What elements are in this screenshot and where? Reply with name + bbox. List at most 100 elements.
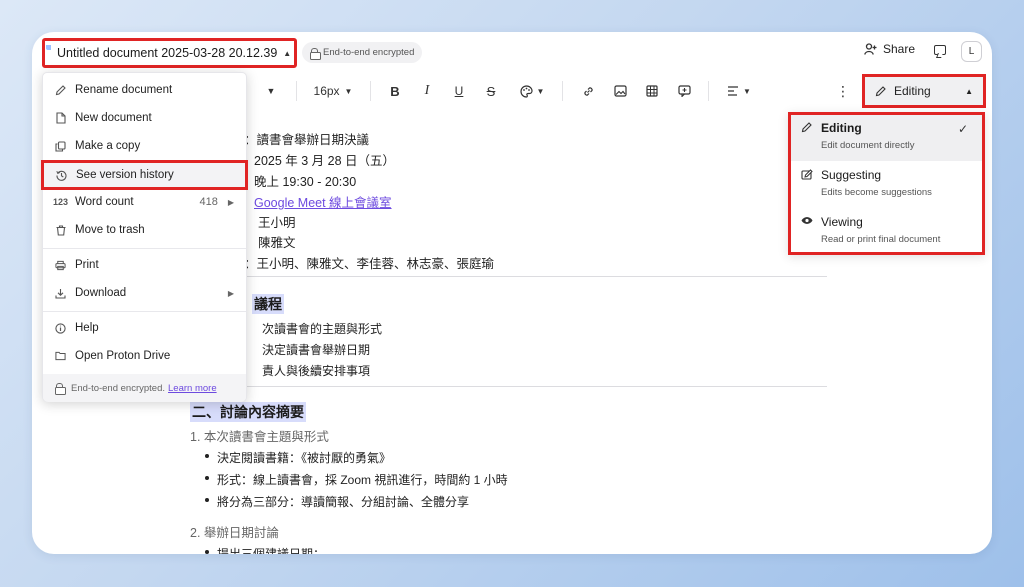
menu-item-open-drive[interactable]: Open Proton Drive (43, 343, 246, 369)
share-button[interactable]: Share (864, 42, 915, 56)
section-divider (190, 386, 827, 387)
toolbar-divider (562, 81, 563, 101)
chevron-down-icon: ▼ (344, 86, 353, 96)
doc-meta-date: 2025 年 3 月 28 日（五） (254, 154, 396, 168)
printer-icon (55, 260, 66, 271)
menu-item-label: Rename document (75, 84, 173, 96)
folder-icon (55, 351, 66, 362)
document-menu: Rename document New document Make a copy… (41, 72, 248, 402)
copy-icon (55, 140, 66, 152)
image-icon[interactable] (612, 82, 628, 100)
menu-footer: End-to-end encrypted. Learn more (43, 374, 246, 402)
menu-footer-text: End-to-end encrypted. (71, 382, 166, 394)
menu-item-rename[interactable]: Rename document (43, 77, 246, 103)
agenda-item: 責人與後續安排事項 (262, 364, 371, 378)
encryption-badge-text: End-to-end encrypted (323, 47, 415, 58)
help-icon (55, 322, 66, 334)
menu-item-download[interactable]: Download ▶ (43, 280, 246, 306)
link-icon[interactable] (580, 82, 596, 100)
mode-option-editing[interactable]: Editing Edit document directly ✓ (791, 115, 982, 161)
word-count-value: 418 (199, 196, 218, 208)
doc-meta-host: 王小明 (258, 216, 296, 230)
menu-item-label: Download (75, 287, 127, 299)
add-user-icon (864, 43, 877, 55)
summary-bullet: 決定閱讀書籍：《被討厭的勇氣》 (204, 451, 392, 465)
underline-icon[interactable]: U (450, 82, 468, 100)
pencil-icon (801, 122, 812, 136)
pencil-icon (875, 85, 886, 96)
agenda-item: 次讀書會的主題與形式 (262, 322, 383, 336)
eye-icon (801, 216, 813, 228)
menu-item-label: Move to trash (75, 224, 145, 236)
checkmark-icon: ✓ (957, 122, 968, 136)
mode-description: Read or print final document (821, 234, 941, 245)
summary-bullet: 將分為三部分：導讀簡報、分組討論、全體分享 (204, 495, 470, 509)
align-left-icon (728, 86, 739, 96)
doc-meeting-link[interactable]: Google Meet 線上會議室 (254, 192, 392, 211)
menu-item-print[interactable]: Print (43, 252, 246, 278)
mode-dropdown: Editing Edit document directly ✓ Suggest… (788, 112, 985, 255)
doc-meta-attendees: ：王小明、陳雅文、李佳蓉、林志豪、張庭瑜 (244, 257, 495, 271)
mode-select-button[interactable]: Editing ▲ (862, 74, 986, 108)
document-title: Untitled document 2025-03-28 20.12.39 (57, 46, 278, 60)
app-window: Untitled document 2025-03-28 20.12.39 ▲ … (32, 32, 992, 554)
menu-item-label: Open Proton Drive (75, 350, 171, 362)
chevron-down-icon[interactable]: ▼ (264, 82, 278, 100)
menu-item-trash[interactable]: Move to trash (43, 217, 246, 243)
menu-item-label: New document (75, 112, 152, 124)
menu-item-word-count[interactable]: 123 Word count 418 ▶ (43, 189, 246, 215)
toolbar-divider (370, 81, 371, 101)
menu-item-label: Make a copy (75, 140, 141, 152)
encryption-badge: End-to-end encrypted (302, 42, 423, 63)
toolbar-divider (296, 81, 297, 101)
font-size-value: 16px (313, 84, 340, 98)
pencil-icon (55, 84, 66, 96)
comment-icon[interactable] (934, 45, 946, 55)
color-picker-button[interactable]: ▼ (516, 82, 548, 100)
menu-item-new-document[interactable]: New document (43, 105, 246, 131)
caret-up-icon: ▲ (965, 86, 973, 96)
align-select[interactable]: ▼ (724, 82, 754, 100)
doc-meta-time: 晚上 19:30 - 20:30 (254, 175, 357, 189)
summary-heading: 二、討論內容摘要 (190, 402, 306, 422)
font-size-select[interactable]: 16px ▼ (310, 82, 356, 100)
section-divider (190, 276, 827, 277)
lock-icon (55, 383, 66, 395)
toolbar-divider (708, 81, 709, 101)
menu-item-version-history[interactable]: See version history (41, 160, 248, 190)
agenda-heading: 議程 (252, 294, 284, 314)
mode-select-label: Editing (894, 84, 931, 98)
file-icon (55, 112, 66, 124)
history-icon (56, 170, 67, 181)
menu-item-make-copy[interactable]: Make a copy (43, 133, 246, 159)
menu-divider (43, 311, 246, 312)
learn-more-link[interactable]: Learn more (168, 383, 217, 394)
more-options-icon[interactable]: ⋮ (836, 82, 850, 100)
add-comment-icon[interactable] (676, 82, 692, 100)
agenda-item: 決定讀書會舉辦日期 (262, 343, 371, 357)
document-title-button[interactable]: Untitled document 2025-03-28 20.12.39 ▲ (42, 38, 297, 68)
table-icon[interactable] (644, 82, 660, 100)
download-icon (55, 288, 66, 299)
chevron-down-icon: ▼ (536, 86, 545, 96)
strikethrough-icon[interactable]: S (482, 82, 500, 100)
suggest-icon (801, 169, 813, 183)
chevron-right-icon: ▶ (227, 197, 234, 207)
summary-subheading: 1. 本次讀書會主題與形式 (190, 430, 329, 444)
trash-icon (55, 224, 66, 236)
mode-option-viewing[interactable]: Viewing Read or print final document (791, 209, 982, 255)
menu-item-label: Word count (75, 196, 134, 208)
lock-icon (310, 47, 321, 60)
menu-item-help[interactable]: Help (43, 315, 246, 341)
mode-description: Edit document directly (821, 140, 915, 151)
summary-subheading: 2. 舉辦日期討論 (190, 526, 279, 540)
mode-title: Viewing (821, 215, 863, 229)
mode-option-suggesting[interactable]: Suggesting Edits become suggestions (791, 162, 982, 208)
bold-icon[interactable]: B (386, 82, 404, 100)
caret-up-icon: ▲ (283, 48, 292, 58)
mode-description: Edits become suggestions (821, 187, 932, 198)
avatar[interactable]: L (961, 41, 982, 62)
summary-bullet: 提出三個建議日期： (204, 545, 325, 554)
menu-divider (43, 248, 246, 249)
italic-icon[interactable]: I (418, 82, 436, 100)
